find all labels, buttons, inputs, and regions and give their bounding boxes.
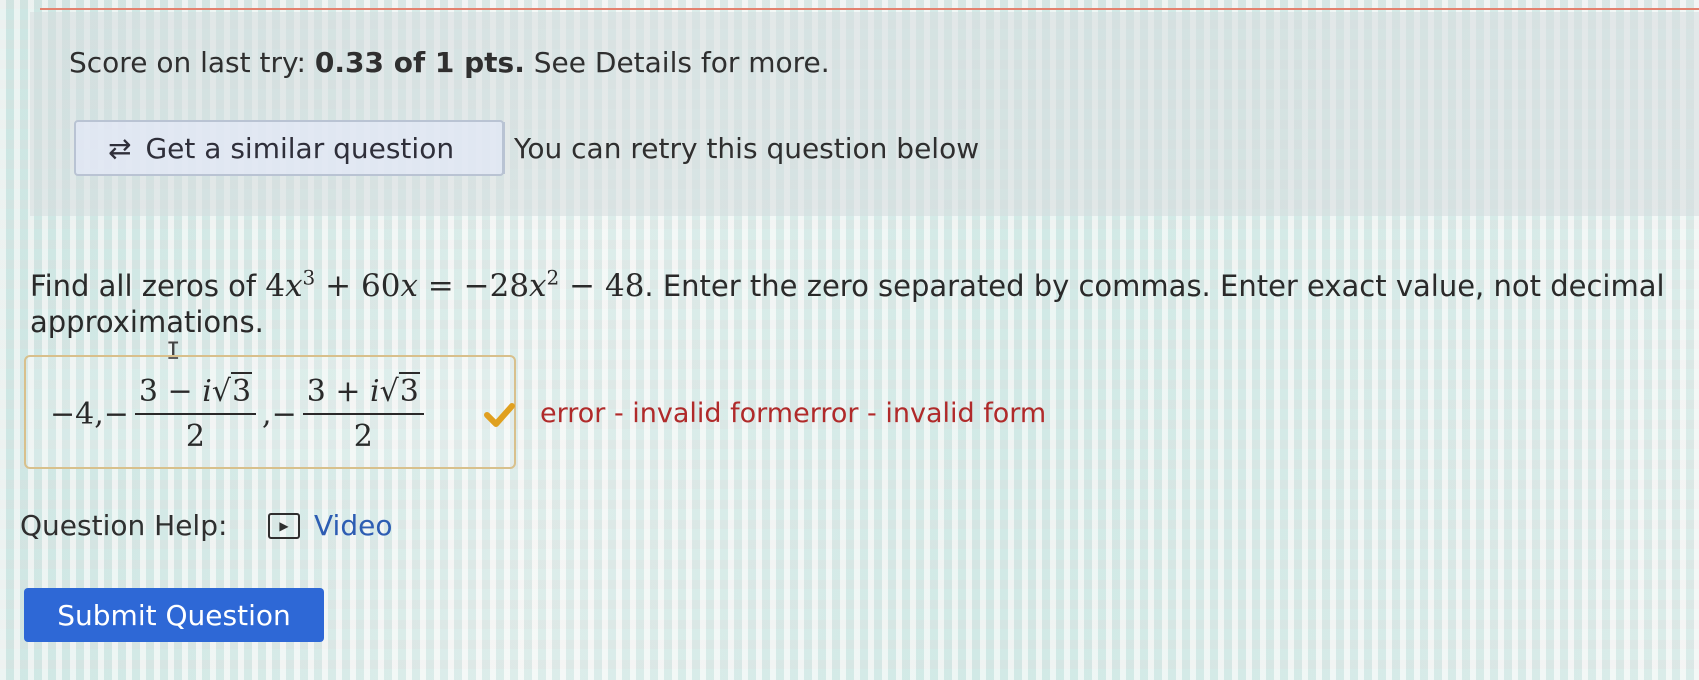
eq-operator: + — [325, 268, 352, 304]
top-divider — [40, 8, 1699, 10]
answer-first-term: −4,− — [50, 396, 129, 432]
answer-expression: −4,− 3 − i√3 2 ,− 3 + i√3 2 — [50, 371, 430, 457]
answer-input[interactable]: −4,− 3 − i√3 2 ,− 3 + i√3 2 — [24, 355, 516, 469]
eq-var: x — [529, 268, 547, 304]
sqrt-sign: √ — [211, 374, 231, 409]
refresh-icon: ⇄ — [108, 131, 132, 165]
score-suffix: See Details for more. — [533, 46, 830, 79]
eq-var: x — [400, 268, 418, 304]
video-link-label: Video — [314, 509, 393, 542]
eq-term: −28 — [463, 268, 530, 304]
eq-exponent: 2 — [546, 265, 560, 290]
get-similar-question-button[interactable]: ⇄ Get a similar question — [74, 120, 504, 176]
radicand: 3 — [230, 372, 253, 409]
video-help-link[interactable]: ▶ Video — [268, 509, 392, 542]
answer-fraction-2: 3 + i√3 2 — [302, 372, 424, 454]
imaginary-unit: i — [202, 374, 212, 409]
check-icon — [484, 403, 515, 427]
retry-note: You can retry this question below — [514, 132, 980, 165]
answer-separator: ,− — [262, 396, 297, 432]
error-message: error - invalid formerror - invalid form — [540, 398, 1047, 429]
fraction-denominator: 2 — [353, 419, 373, 454]
eq-term: 4 — [265, 268, 286, 304]
eq-operator: − — [569, 268, 596, 304]
eq-term: 48 — [604, 268, 645, 304]
eq-var: x — [285, 268, 303, 304]
answer-fraction-1: 3 − i√3 2 — [134, 372, 257, 454]
fraction-numerator: 3 + i√3 — [302, 372, 424, 415]
question-intro: Find all zeros of — [30, 269, 257, 303]
retry-panel — [30, 12, 1699, 216]
eq-exponent: 3 — [302, 265, 316, 290]
question-help-label: Question Help: — [20, 509, 228, 542]
radicand: 3 — [398, 372, 420, 409]
fraction-denominator: 2 — [185, 419, 206, 454]
question-equation: 4x3 + 60x = −28x2 − 48 — [265, 268, 644, 304]
play-icon: ▶ — [268, 512, 300, 539]
submit-question-button[interactable]: Submit Question — [24, 588, 324, 642]
eq-term: 60 — [360, 268, 401, 304]
score-prefix: Score on last try: — [69, 46, 306, 79]
score-value: 0.33 of 1 pts. — [314, 46, 525, 79]
eq-operator: = — [427, 268, 454, 304]
button-divider — [503, 122, 505, 174]
score-line: Score on last try: 0.33 of 1 pts. See De… — [69, 46, 830, 79]
imaginary-unit: i — [370, 374, 380, 409]
question-prompt: Find all zeros of 4x3 + 60x = −28x2 − 48… — [30, 268, 1670, 340]
similar-button-label: Get a similar question — [145, 131, 455, 165]
numerator-text: 3 − — [138, 374, 203, 409]
numerator-text: 3 + — [306, 374, 371, 409]
fraction-numerator: 3 − i√3 — [134, 372, 257, 415]
sqrt-sign: √ — [379, 374, 399, 409]
